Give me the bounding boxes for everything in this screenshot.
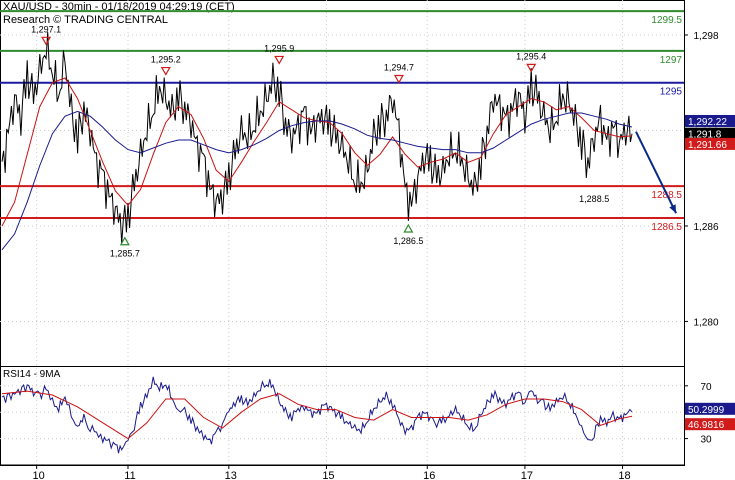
fast-ma-line (1, 77, 633, 227)
time-tick-label: 15 (322, 470, 334, 480)
peak-marker (526, 63, 537, 73)
price-tick-label: 1,286 (693, 222, 718, 233)
peak-marker (274, 55, 285, 65)
rsi-tag-label: 50.2999 (688, 405, 725, 416)
trough-marker (403, 223, 414, 233)
peak-marker (393, 74, 404, 84)
rsi-tag-label: 46.9816 (688, 420, 725, 431)
rsi-tick-label: 70 (700, 382, 712, 393)
rsi-panel-title: RSI14 - 9MA (3, 369, 61, 380)
time-tick-label: 13 (225, 470, 237, 480)
time-tick-label: 11 (124, 470, 135, 480)
rsi-tick-label: 30 (700, 435, 712, 446)
level-label-pivot: 1295 (660, 87, 683, 98)
time-tick-label: 17 (521, 470, 533, 480)
peak-marker (160, 66, 171, 76)
price-tick-label: 1,298 (693, 31, 718, 42)
price-series-line (1, 31, 633, 244)
price-tag-label: 1,291.66 (688, 140, 727, 151)
target-label: 1,288.5 (579, 194, 609, 204)
peak-label: 1,297.1 (31, 24, 61, 34)
level-label-resistance: 1297 (660, 55, 683, 66)
level-label-resistance: 1299.5 (651, 15, 682, 26)
price-tick-label: 1,280 (693, 317, 718, 328)
time-tick-label: 10 (33, 470, 45, 480)
level-label-support: 1286.5 (651, 222, 682, 233)
trough-label: 1,286.5 (393, 236, 423, 246)
rsi-ma-line (1, 390, 633, 440)
trough-label: 1,285.7 (110, 249, 140, 259)
peak-label: 1,295.2 (151, 55, 181, 65)
price-chart: 1,2981,2921,2861,280101113151617181299.5… (0, 0, 735, 480)
rsi-line (1, 376, 633, 454)
time-tick-label: 16 (423, 470, 435, 480)
slow-ma-line (1, 110, 633, 251)
peak-label: 1,295.4 (516, 51, 546, 61)
peak-marker (41, 36, 52, 46)
peak-label: 1,294.7 (384, 63, 414, 73)
price-tag-label: 1,292.22 (688, 117, 727, 128)
main-panel-frame (0, 0, 685, 367)
time-tick-label: 18 (618, 470, 630, 480)
peak-label: 1,295.9 (264, 43, 294, 53)
